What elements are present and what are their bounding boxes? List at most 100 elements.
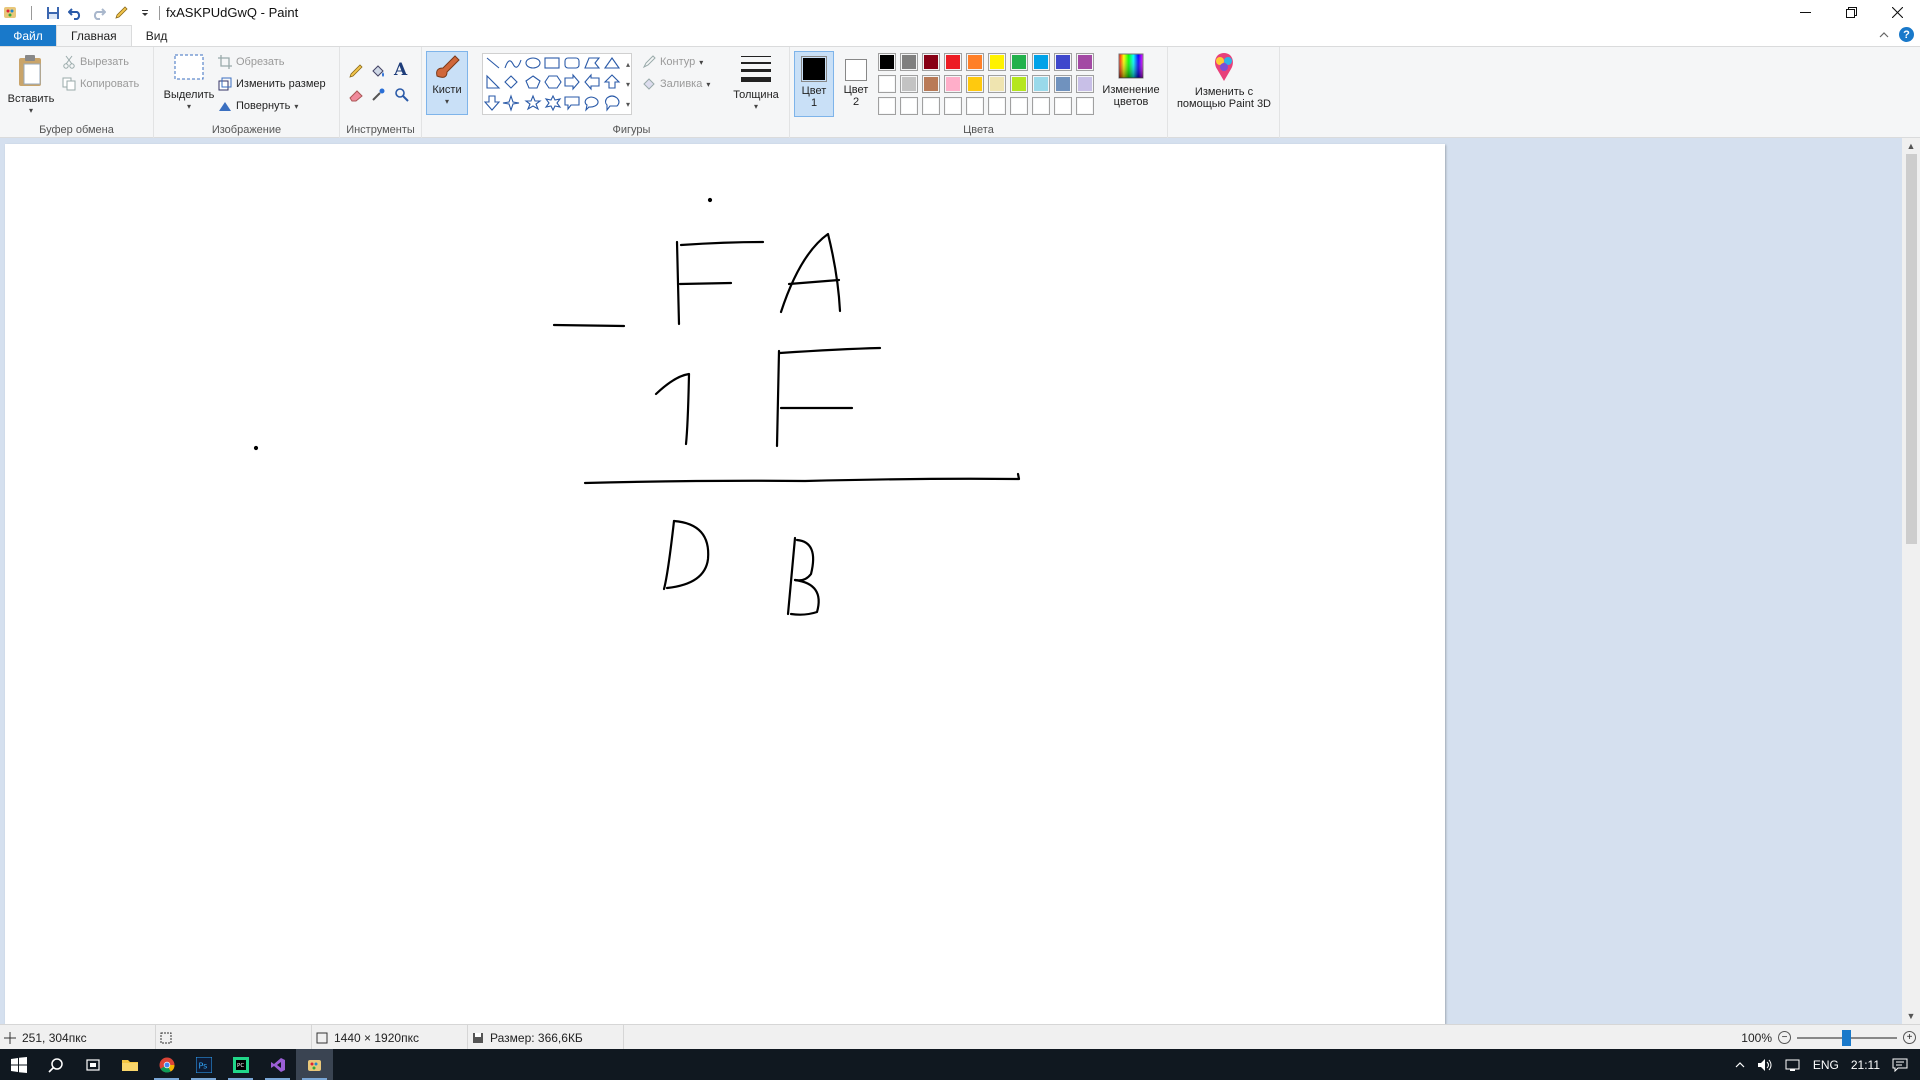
palette-swatch-fill bbox=[902, 55, 916, 69]
palette-swatch[interactable] bbox=[1054, 53, 1072, 71]
palette-swatch[interactable] bbox=[966, 53, 984, 71]
network-icon[interactable] bbox=[1785, 1058, 1801, 1072]
paste-button[interactable]: Вставить ▾ bbox=[6, 53, 56, 117]
palette-swatch[interactable] bbox=[1054, 75, 1072, 93]
palette-swatch-fill bbox=[1012, 99, 1026, 113]
save-icon[interactable] bbox=[44, 4, 61, 21]
restore-button[interactable] bbox=[1828, 0, 1874, 25]
palette-swatch[interactable] bbox=[1076, 75, 1094, 93]
rotate-button[interactable]: Повернуть ▾ bbox=[218, 99, 298, 113]
shapes-gallery[interactable] bbox=[482, 53, 632, 115]
color-picker-icon[interactable] bbox=[370, 87, 386, 103]
zoom-in-icon[interactable]: + bbox=[1903, 1031, 1916, 1044]
vertical-scrollbar[interactable]: ▲ ▼ bbox=[1902, 138, 1920, 1024]
paint-app-icon[interactable] bbox=[2, 4, 19, 21]
palette-swatch[interactable] bbox=[988, 75, 1006, 93]
visual-studio-button[interactable] bbox=[259, 1049, 296, 1080]
palette-swatch[interactable] bbox=[988, 97, 1006, 115]
palette-swatch[interactable] bbox=[944, 97, 962, 115]
start-button[interactable] bbox=[0, 1049, 37, 1080]
palette-swatch[interactable] bbox=[1010, 75, 1028, 93]
fill-bucket-icon[interactable] bbox=[370, 63, 386, 79]
tab-home[interactable]: Главная bbox=[56, 25, 132, 46]
pencil-icon[interactable] bbox=[113, 4, 130, 21]
palette-swatch[interactable] bbox=[878, 53, 896, 71]
notifications-icon[interactable] bbox=[1892, 1058, 1908, 1072]
help-icon[interactable]: ? bbox=[1899, 27, 1914, 42]
close-button[interactable] bbox=[1874, 0, 1920, 25]
palette-swatch[interactable] bbox=[944, 53, 962, 71]
paint-button[interactable] bbox=[296, 1049, 333, 1080]
palette-swatch[interactable] bbox=[1032, 97, 1050, 115]
brushes-button[interactable]: Кисти ▾ bbox=[426, 51, 468, 115]
pycharm-button[interactable]: PC bbox=[222, 1049, 259, 1080]
outline-button[interactable]: Контур ▾ bbox=[642, 55, 703, 69]
magnifier-icon[interactable] bbox=[394, 87, 410, 103]
crop-button[interactable]: Обрезать bbox=[218, 55, 285, 69]
palette-swatch[interactable] bbox=[1032, 75, 1050, 93]
select-label: Выделить bbox=[163, 89, 215, 101]
collapse-ribbon-icon[interactable] bbox=[1879, 31, 1889, 39]
rotate-label: Повернуть bbox=[236, 100, 291, 112]
zoom-out-icon[interactable]: − bbox=[1778, 1031, 1791, 1044]
size-button[interactable]: Толщина ▾ bbox=[726, 53, 786, 113]
search-button[interactable] bbox=[37, 1049, 74, 1080]
tab-view[interactable]: Вид bbox=[132, 25, 182, 46]
copy-button[interactable]: Копировать bbox=[62, 77, 139, 91]
palette-swatch[interactable] bbox=[966, 75, 984, 93]
palette-swatch[interactable] bbox=[966, 97, 984, 115]
task-view-button[interactable] bbox=[74, 1049, 111, 1080]
clock[interactable]: 21:11 bbox=[1851, 1058, 1880, 1072]
paint3d-button[interactable]: Изменить с помощью Paint 3D bbox=[1172, 51, 1276, 110]
volume-icon[interactable] bbox=[1757, 1058, 1773, 1072]
scroll-down-icon[interactable]: ▼ bbox=[1902, 1008, 1920, 1024]
palette-swatch[interactable] bbox=[878, 75, 896, 93]
customize-dropdown-icon[interactable] bbox=[136, 4, 153, 21]
edit-colors-button[interactable]: Изменение цветов bbox=[1098, 51, 1164, 108]
brushes-label: Кисти bbox=[432, 84, 462, 96]
palette-swatch[interactable] bbox=[1054, 97, 1072, 115]
minimize-button[interactable] bbox=[1782, 0, 1828, 25]
language-indicator[interactable]: ENG bbox=[1813, 1058, 1839, 1072]
color2-button[interactable]: Цвет 2 bbox=[836, 51, 876, 117]
resize-button[interactable]: Изменить размер bbox=[218, 77, 326, 91]
cut-button[interactable]: Вырезать bbox=[62, 55, 129, 69]
palette-swatch-fill bbox=[968, 55, 982, 69]
undo-icon[interactable] bbox=[67, 4, 84, 21]
shapes-scroll[interactable]: ▴ ▾ ▾ bbox=[626, 55, 630, 115]
palette-swatch[interactable] bbox=[878, 97, 896, 115]
photoshop-button[interactable]: Ps bbox=[185, 1049, 222, 1080]
palette-swatch[interactable] bbox=[922, 75, 940, 93]
chevron-up-icon[interactable] bbox=[1735, 1061, 1745, 1069]
palette-swatch[interactable] bbox=[1076, 53, 1094, 71]
zoom-slider-thumb[interactable] bbox=[1842, 1029, 1851, 1046]
select-button[interactable]: Выделить ▾ bbox=[158, 53, 220, 113]
scroll-up-icon[interactable]: ▲ bbox=[1902, 138, 1920, 154]
text-tool-icon[interactable]: A bbox=[394, 60, 407, 80]
zoom-slider[interactable] bbox=[1797, 1029, 1897, 1046]
file-explorer-button[interactable] bbox=[111, 1049, 148, 1080]
palette-swatch-fill bbox=[946, 99, 960, 113]
palette-swatch[interactable] bbox=[1010, 53, 1028, 71]
canvas-workspace[interactable] bbox=[0, 138, 1902, 1024]
chrome-button[interactable] bbox=[148, 1049, 185, 1080]
pencil-icon[interactable] bbox=[348, 63, 364, 79]
palette-swatch[interactable] bbox=[1076, 97, 1094, 115]
drawing-canvas[interactable] bbox=[5, 144, 1445, 1024]
palette-swatch[interactable] bbox=[988, 53, 1006, 71]
redo-icon[interactable] bbox=[90, 4, 107, 21]
tab-file[interactable]: Файл bbox=[0, 25, 56, 46]
palette-swatch[interactable] bbox=[900, 75, 918, 93]
scissors-icon bbox=[63, 55, 75, 69]
palette-swatch[interactable] bbox=[922, 53, 940, 71]
color1-button[interactable]: Цвет 1 bbox=[794, 51, 834, 117]
scrollbar-thumb[interactable] bbox=[1906, 154, 1917, 544]
palette-swatch[interactable] bbox=[944, 75, 962, 93]
palette-swatch[interactable] bbox=[900, 53, 918, 71]
palette-swatch[interactable] bbox=[1032, 53, 1050, 71]
fill-button[interactable]: Заливка ▾ bbox=[642, 77, 710, 91]
palette-swatch[interactable] bbox=[1010, 97, 1028, 115]
palette-swatch[interactable] bbox=[900, 97, 918, 115]
palette-swatch[interactable] bbox=[922, 97, 940, 115]
eraser-icon[interactable] bbox=[348, 87, 364, 103]
